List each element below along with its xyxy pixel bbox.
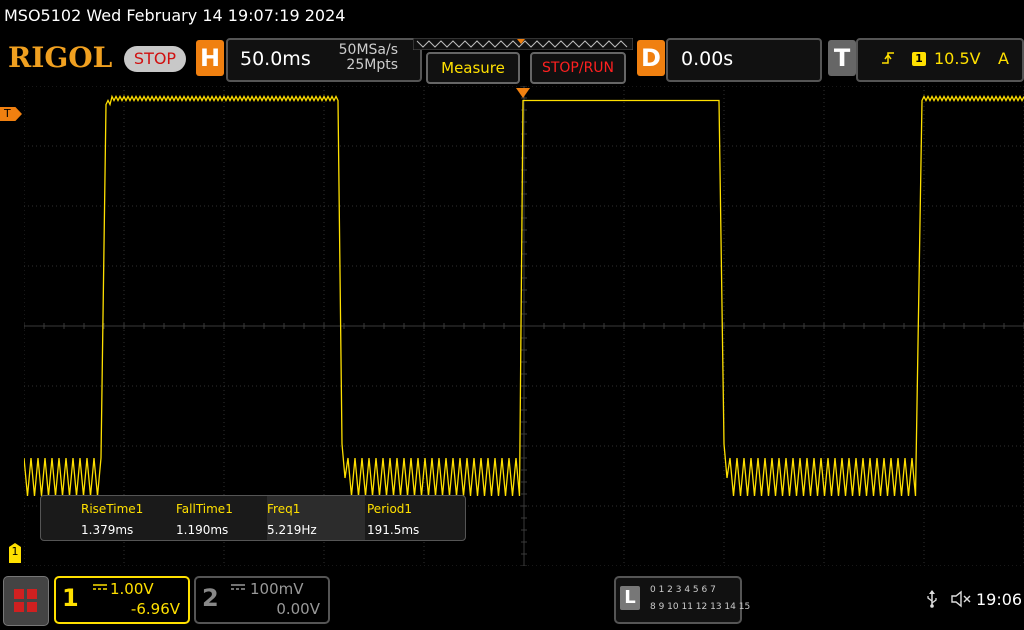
waveform-position-indicator[interactable] [413, 38, 633, 50]
usb-icon [927, 590, 937, 608]
device-datetime: MSO5102 Wed February 14 19:07:19 2024 [4, 6, 346, 25]
rising-edge-icon [882, 52, 894, 64]
channel1-offset: -6.96V [130, 600, 180, 618]
trigger-mode: A [998, 49, 1009, 68]
trigger-source-badge: 1 [912, 52, 926, 66]
channel1-scale: 1.00V [110, 580, 154, 598]
trigger-level: 10.5V [934, 49, 981, 68]
logic-analyzer-letter: L [620, 586, 640, 610]
run-status-badge[interactable]: STOP [124, 46, 186, 72]
rigol-logo: RIGOL [8, 41, 113, 74]
channel2-number: 2 [202, 584, 219, 612]
home-menu-button[interactable] [3, 576, 49, 626]
trigger-level-marker[interactable]: T [0, 107, 22, 121]
dc-coupling-icon [231, 584, 245, 590]
measure-button[interactable]: Measure [426, 52, 520, 84]
muted-speaker-icon[interactable] [950, 589, 972, 609]
logic-channels-row2: 8 9 10 11 12 13 14 15 [650, 602, 751, 612]
stop-run-button[interactable]: STOP/RUN [530, 52, 626, 84]
dc-coupling-icon [93, 584, 107, 590]
waveform-display[interactable] [24, 86, 1024, 566]
measurement-period[interactable]: Period1 191.5ms [367, 496, 461, 540]
memory-depth: 25Mpts [346, 57, 398, 73]
logic-channels-row1: 0 1 2 3 4 5 6 7 [650, 585, 716, 595]
channel1-offset-marker[interactable]: 1 [9, 543, 21, 563]
delay-menu-button[interactable]: D [637, 40, 665, 76]
channel2-offset: 0.00V [276, 600, 320, 618]
timebase-value: 50.0ms [240, 48, 311, 70]
delay-value: 0.00s [681, 48, 734, 70]
horizontal-menu-button[interactable]: H [196, 40, 224, 76]
measurement-falltime[interactable]: FallTime1 1.190ms [176, 496, 270, 540]
title-bar: MSO5102 Wed February 14 19:07:19 2024 [0, 0, 1024, 34]
trigger-time-marker [516, 88, 530, 98]
measurement-risetime[interactable]: RiseTime1 1.379ms [81, 496, 175, 540]
trigger-menu-button[interactable]: T [828, 40, 856, 76]
measurement-panel[interactable]: RiseTime1 1.379ms FallTime1 1.190ms Freq… [40, 495, 466, 541]
system-clock: 19:06 [976, 590, 1023, 609]
sample-rate: 50MSa/s [338, 42, 398, 58]
channel2-scale: 100mV [250, 580, 304, 598]
channel1-number: 1 [62, 584, 79, 612]
measurement-frequency[interactable]: Freq1 5.219Hz [267, 496, 365, 540]
grid-menu-icon [14, 589, 37, 612]
